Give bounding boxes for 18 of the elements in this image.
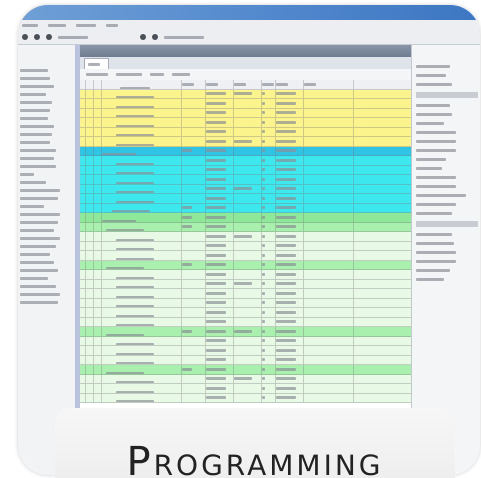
table-row[interactable] <box>80 156 411 166</box>
document-tab[interactable] <box>84 58 109 69</box>
table-row[interactable] <box>80 365 411 374</box>
table-row[interactable] <box>80 232 411 242</box>
table-row[interactable] <box>80 137 411 146</box>
table-row[interactable] <box>80 384 411 394</box>
table-row[interactable] <box>80 175 411 184</box>
table-row[interactable] <box>80 327 411 336</box>
table-row[interactable] <box>80 194 411 204</box>
table-row[interactable] <box>80 213 411 222</box>
table-row[interactable] <box>80 270 411 280</box>
table-row[interactable] <box>80 289 411 298</box>
table-row[interactable] <box>80 251 411 260</box>
table-row[interactable] <box>80 118 411 128</box>
table-row[interactable] <box>80 308 411 318</box>
table-row[interactable] <box>80 346 411 356</box>
table-row[interactable] <box>80 99 411 108</box>
caption-title: Programming <box>126 442 384 478</box>
